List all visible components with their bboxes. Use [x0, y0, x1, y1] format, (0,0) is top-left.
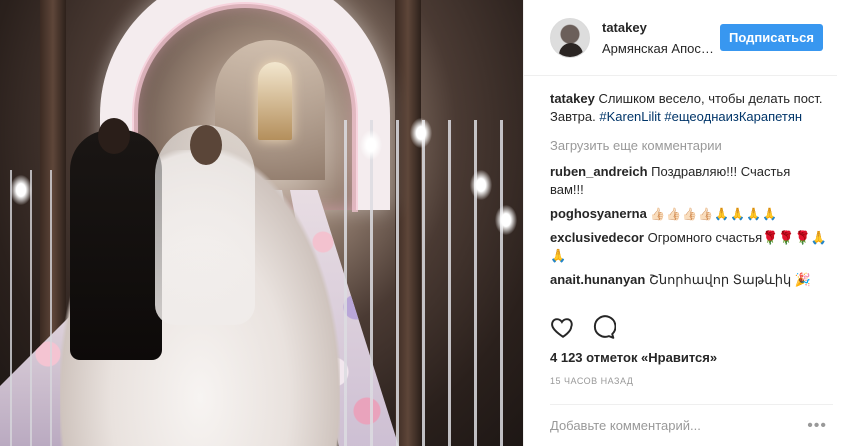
- load-more-comments[interactable]: Загрузить еще комментарии: [550, 138, 827, 153]
- comment-item: ruben_andreich Поздравляю!!! Счастья вам…: [550, 163, 827, 199]
- photo-glow: [410, 118, 432, 148]
- add-comment-input[interactable]: [550, 418, 802, 433]
- follow-button[interactable]: Подписаться: [719, 24, 823, 51]
- photo-groom: [70, 130, 162, 360]
- post-header: tatakey Армянская Апос… Подписаться: [524, 0, 837, 76]
- post-sidebar: tatakey Армянская Апос… Подписаться tata…: [523, 0, 841, 446]
- comment-username[interactable]: anait.hunanyan: [550, 272, 645, 287]
- comment-username[interactable]: ruben_andreich: [550, 164, 648, 179]
- comment-text: 👍🏻👍🏻👍🏻👍🏻🙏🙏🙏🙏: [650, 207, 778, 221]
- comment-item: anait.hunanyan Շնորհավոր Տաթևիկ 🎉: [550, 271, 827, 289]
- comment-username[interactable]: exclusivedecor: [550, 230, 644, 245]
- photo-bride-head: [190, 125, 222, 165]
- instagram-post: tatakey Армянская Апос… Подписаться tata…: [0, 0, 841, 446]
- photo-candles-right: [330, 120, 523, 446]
- post-actions: [550, 314, 616, 340]
- avatar[interactable]: [550, 17, 590, 58]
- comment-item: exclusivedecor Огромного счастья🌹🌹🌹🙏🙏: [550, 229, 827, 265]
- comment-text: Շնորհավոր Տաթևիկ 🎉: [648, 272, 812, 287]
- hashtag-link[interactable]: #KarenLilit: [599, 109, 660, 124]
- author-username[interactable]: tatakey: [602, 20, 714, 35]
- heart-icon[interactable]: [550, 314, 576, 340]
- comments-list: tatakey Слишком весело, чтобы делать пос…: [524, 76, 841, 308]
- post-timestamp[interactable]: 15 часов назад: [550, 376, 633, 386]
- photo-groom-head: [98, 118, 130, 154]
- post-location[interactable]: Армянская Апос…: [602, 41, 714, 56]
- photo-glow: [470, 170, 492, 200]
- ellipsis-icon[interactable]: •••: [801, 417, 833, 435]
- hashtag-link[interactable]: #ещеоднаизКарапетян: [664, 109, 802, 124]
- post-photo[interactable]: [0, 0, 523, 446]
- photo-glow: [360, 130, 382, 160]
- comment-username[interactable]: poghosyanerna: [550, 206, 647, 221]
- add-comment-bar: •••: [550, 404, 833, 446]
- caption-username[interactable]: tatakey: [550, 91, 595, 106]
- photo-glow: [495, 205, 517, 235]
- photo-glow: [10, 175, 32, 205]
- comment-item: poghosyanerna 👍🏻👍🏻👍🏻👍🏻🙏🙏🙏🙏: [550, 205, 827, 223]
- caption: tatakey Слишком весело, чтобы делать пос…: [550, 90, 827, 126]
- comment-bubble-icon[interactable]: [590, 314, 616, 340]
- post-author: tatakey Армянская Апос…: [602, 20, 714, 56]
- likes-count[interactable]: 4 123 отметок «Нравится»: [550, 350, 717, 365]
